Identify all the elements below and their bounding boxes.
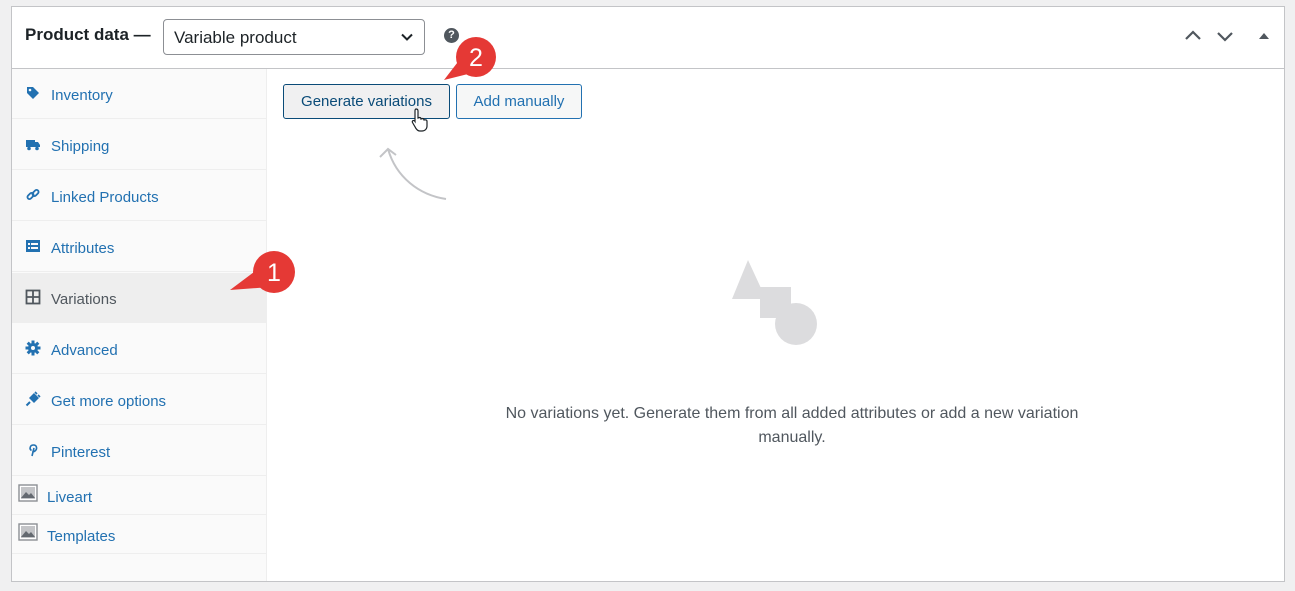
tab-label: Liveart — [47, 489, 93, 506]
callout-number-2: 2 — [469, 44, 483, 72]
gear-icon — [25, 340, 41, 356]
product-type-select[interactable]: Variable product — [163, 19, 425, 55]
chevron-down-icon — [401, 33, 413, 41]
add-manually-button[interactable]: Add manually — [456, 84, 582, 119]
tab-label: Templates — [47, 528, 116, 545]
product-type-value: Variable product — [174, 28, 297, 47]
tab-get-more-options[interactable]: Get more options — [12, 375, 266, 425]
tab-inventory[interactable]: Inventory — [12, 69, 266, 119]
tab-label: Get more options — [51, 393, 167, 410]
tag-icon — [27, 87, 39, 99]
move-down-icon[interactable] — [1216, 27, 1234, 45]
tab-shipping[interactable]: Shipping — [12, 120, 266, 170]
panel-header: Product data — Variable product ? — [12, 7, 1284, 69]
collapse-toggle-icon[interactable] — [1258, 31, 1270, 41]
pinterest-icon — [29, 444, 38, 457]
grid-icon — [25, 289, 41, 305]
callout-badge-2: 2 — [444, 37, 496, 80]
plug-icon — [25, 391, 41, 407]
list-icon — [26, 240, 40, 252]
panel-title: Product data — — [25, 25, 151, 44]
tab-linked-products[interactable]: Linked Products — [12, 171, 266, 221]
link-icon — [26, 189, 40, 200]
empty-shapes-icon — [732, 260, 817, 345]
empty-variations-message: No variations yet. Generate them from al… — [442, 402, 1142, 450]
callout-number-1: 1 — [267, 259, 281, 287]
product-data-panel: Product data — Variable product ? Invent… — [11, 6, 1285, 582]
tab-label: Linked Products — [51, 189, 159, 206]
tab-label: Advanced — [51, 342, 118, 359]
tab-liveart[interactable]: Liveart — [12, 477, 266, 515]
image-icon — [18, 484, 38, 502]
tab-label: Attributes — [51, 240, 115, 257]
tab-label: Variations — [51, 291, 117, 308]
truck-icon — [26, 140, 40, 151]
tab-advanced[interactable]: Advanced — [12, 324, 266, 374]
tab-templates[interactable]: Templates — [12, 516, 266, 554]
callout-badge-1: 1 — [230, 251, 295, 293]
tab-pinterest[interactable]: Pinterest — [12, 426, 266, 476]
empty-message-line: manually. — [758, 429, 826, 446]
mouse-pointer-icon — [411, 108, 428, 132]
product-data-tabs: Inventory Shipping Linked Products Attri… — [12, 69, 267, 581]
empty-message-line: No variations yet. Generate them from al… — [505, 405, 1079, 422]
move-up-icon[interactable] — [1184, 27, 1202, 45]
image-icon — [18, 523, 38, 541]
tab-label: Pinterest — [51, 444, 111, 461]
tab-label: Shipping — [51, 138, 110, 155]
hint-arrow-icon — [379, 147, 447, 200]
tab-label: Inventory — [51, 87, 113, 104]
